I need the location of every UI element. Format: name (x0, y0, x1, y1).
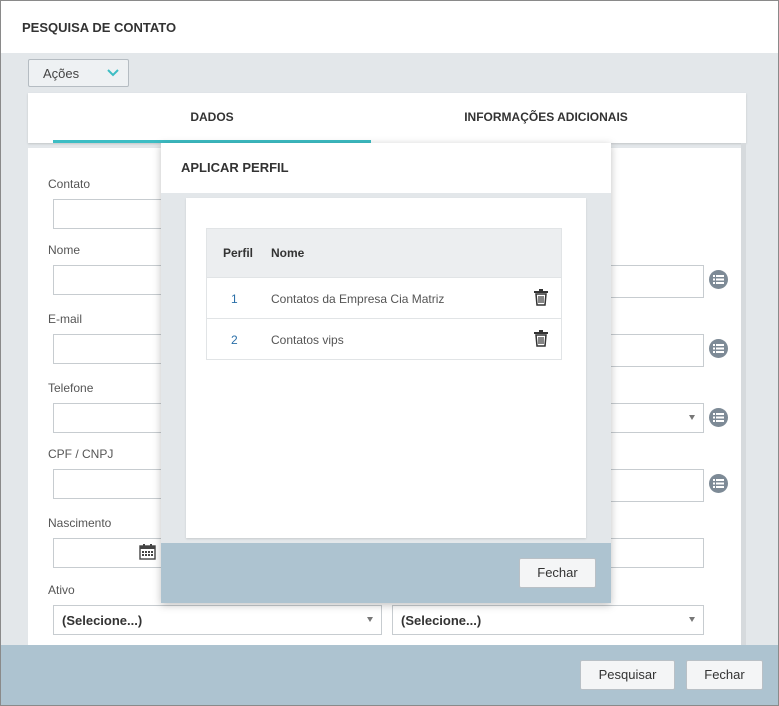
window-footer: Pesquisar Fechar (1, 645, 778, 705)
cpf-cnpj-input-right[interactable] (603, 469, 704, 502)
ativo-select-2-value: (Selecione...) (401, 613, 482, 628)
tab-bar: DADOS INFORMAÇÕES ADICIONAIS (28, 93, 746, 143)
table-row[interactable]: 2 Contatos vips (207, 318, 561, 359)
caret-down-icon (689, 415, 695, 420)
modal-title: APLICAR PERFIL (181, 160, 289, 175)
actions-dropdown-button[interactable]: Ações (28, 59, 129, 87)
profile-id[interactable]: 1 (231, 292, 261, 306)
nome-input-right[interactable] (603, 265, 704, 298)
ativo-select-1[interactable]: (Selecione...) (53, 605, 382, 635)
list-icon[interactable] (709, 408, 728, 427)
email-label: E-mail (48, 312, 83, 326)
tab-informacoes-adicionais[interactable]: INFORMAÇÕES ADICIONAIS (371, 93, 721, 143)
email-input-right[interactable] (603, 334, 704, 367)
actions-label: Ações (43, 66, 80, 81)
tab-dados[interactable]: DADOS (53, 93, 371, 143)
trash-icon[interactable] (534, 289, 548, 306)
ativo-label: Ativo (48, 583, 75, 597)
close-button[interactable]: Fechar (686, 660, 763, 690)
tab-informacoes-label: INFORMAÇÕES ADICIONAIS (464, 110, 628, 124)
search-button[interactable]: Pesquisar (580, 660, 675, 690)
apply-profile-modal: APLICAR PERFIL Perfil Nome 1 Contatos da… (161, 143, 611, 603)
list-icon[interactable] (709, 474, 728, 493)
contato-input[interactable] (53, 199, 163, 229)
profile-name: Contatos da Empresa Cia Matriz (271, 292, 445, 306)
tab-dados-label: DADOS (190, 110, 234, 124)
telefone-type-select[interactable] (603, 403, 704, 433)
modal-footer: Fechar (161, 543, 611, 603)
window-title: PESQUISA DE CONTATO (22, 20, 177, 35)
profile-table: Perfil Nome 1 Contatos da Empresa Cia Ma… (206, 228, 562, 360)
modal-close-button[interactable]: Fechar (519, 558, 596, 588)
email-input[interactable] (53, 334, 163, 364)
caret-down-icon (367, 617, 373, 622)
window-header: PESQUISA DE CONTATO (1, 1, 778, 53)
calendar-icon[interactable] (139, 544, 156, 560)
contact-search-window: PESQUISA DE CONTATO Ações DADOS INFORMAÇ… (0, 0, 779, 706)
form-panel-edge (741, 143, 746, 648)
modal-header: APLICAR PERFIL (161, 143, 611, 193)
table-header: Perfil Nome (207, 229, 561, 277)
telefone-label: Telefone (48, 381, 94, 395)
trash-icon[interactable] (534, 330, 548, 347)
caret-down-icon (689, 617, 695, 622)
nome-label: Nome (48, 243, 81, 257)
nascimento-label: Nascimento (48, 516, 112, 530)
cpf-cnpj-input[interactable] (53, 469, 163, 499)
column-header-nome: Nome (271, 246, 305, 260)
nascimento-input-right[interactable] (603, 538, 704, 568)
telefone-input[interactable] (53, 403, 163, 433)
profile-name: Contatos vips (271, 333, 344, 347)
chevron-down-icon (107, 69, 119, 77)
contato-label: Contato (48, 177, 91, 191)
column-header-perfil: Perfil (223, 246, 254, 260)
list-icon[interactable] (709, 270, 728, 289)
table-row[interactable]: 1 Contatos da Empresa Cia Matriz (207, 277, 561, 318)
list-icon[interactable] (709, 339, 728, 358)
nome-input[interactable] (53, 265, 163, 295)
ativo-select-2[interactable]: (Selecione...) (392, 605, 704, 635)
modal-body: Perfil Nome 1 Contatos da Empresa Cia Ma… (186, 198, 586, 538)
profile-id[interactable]: 2 (231, 333, 261, 347)
cpf-cnpj-label: CPF / CNPJ (48, 447, 114, 461)
ativo-select-1-value: (Selecione...) (62, 613, 143, 628)
